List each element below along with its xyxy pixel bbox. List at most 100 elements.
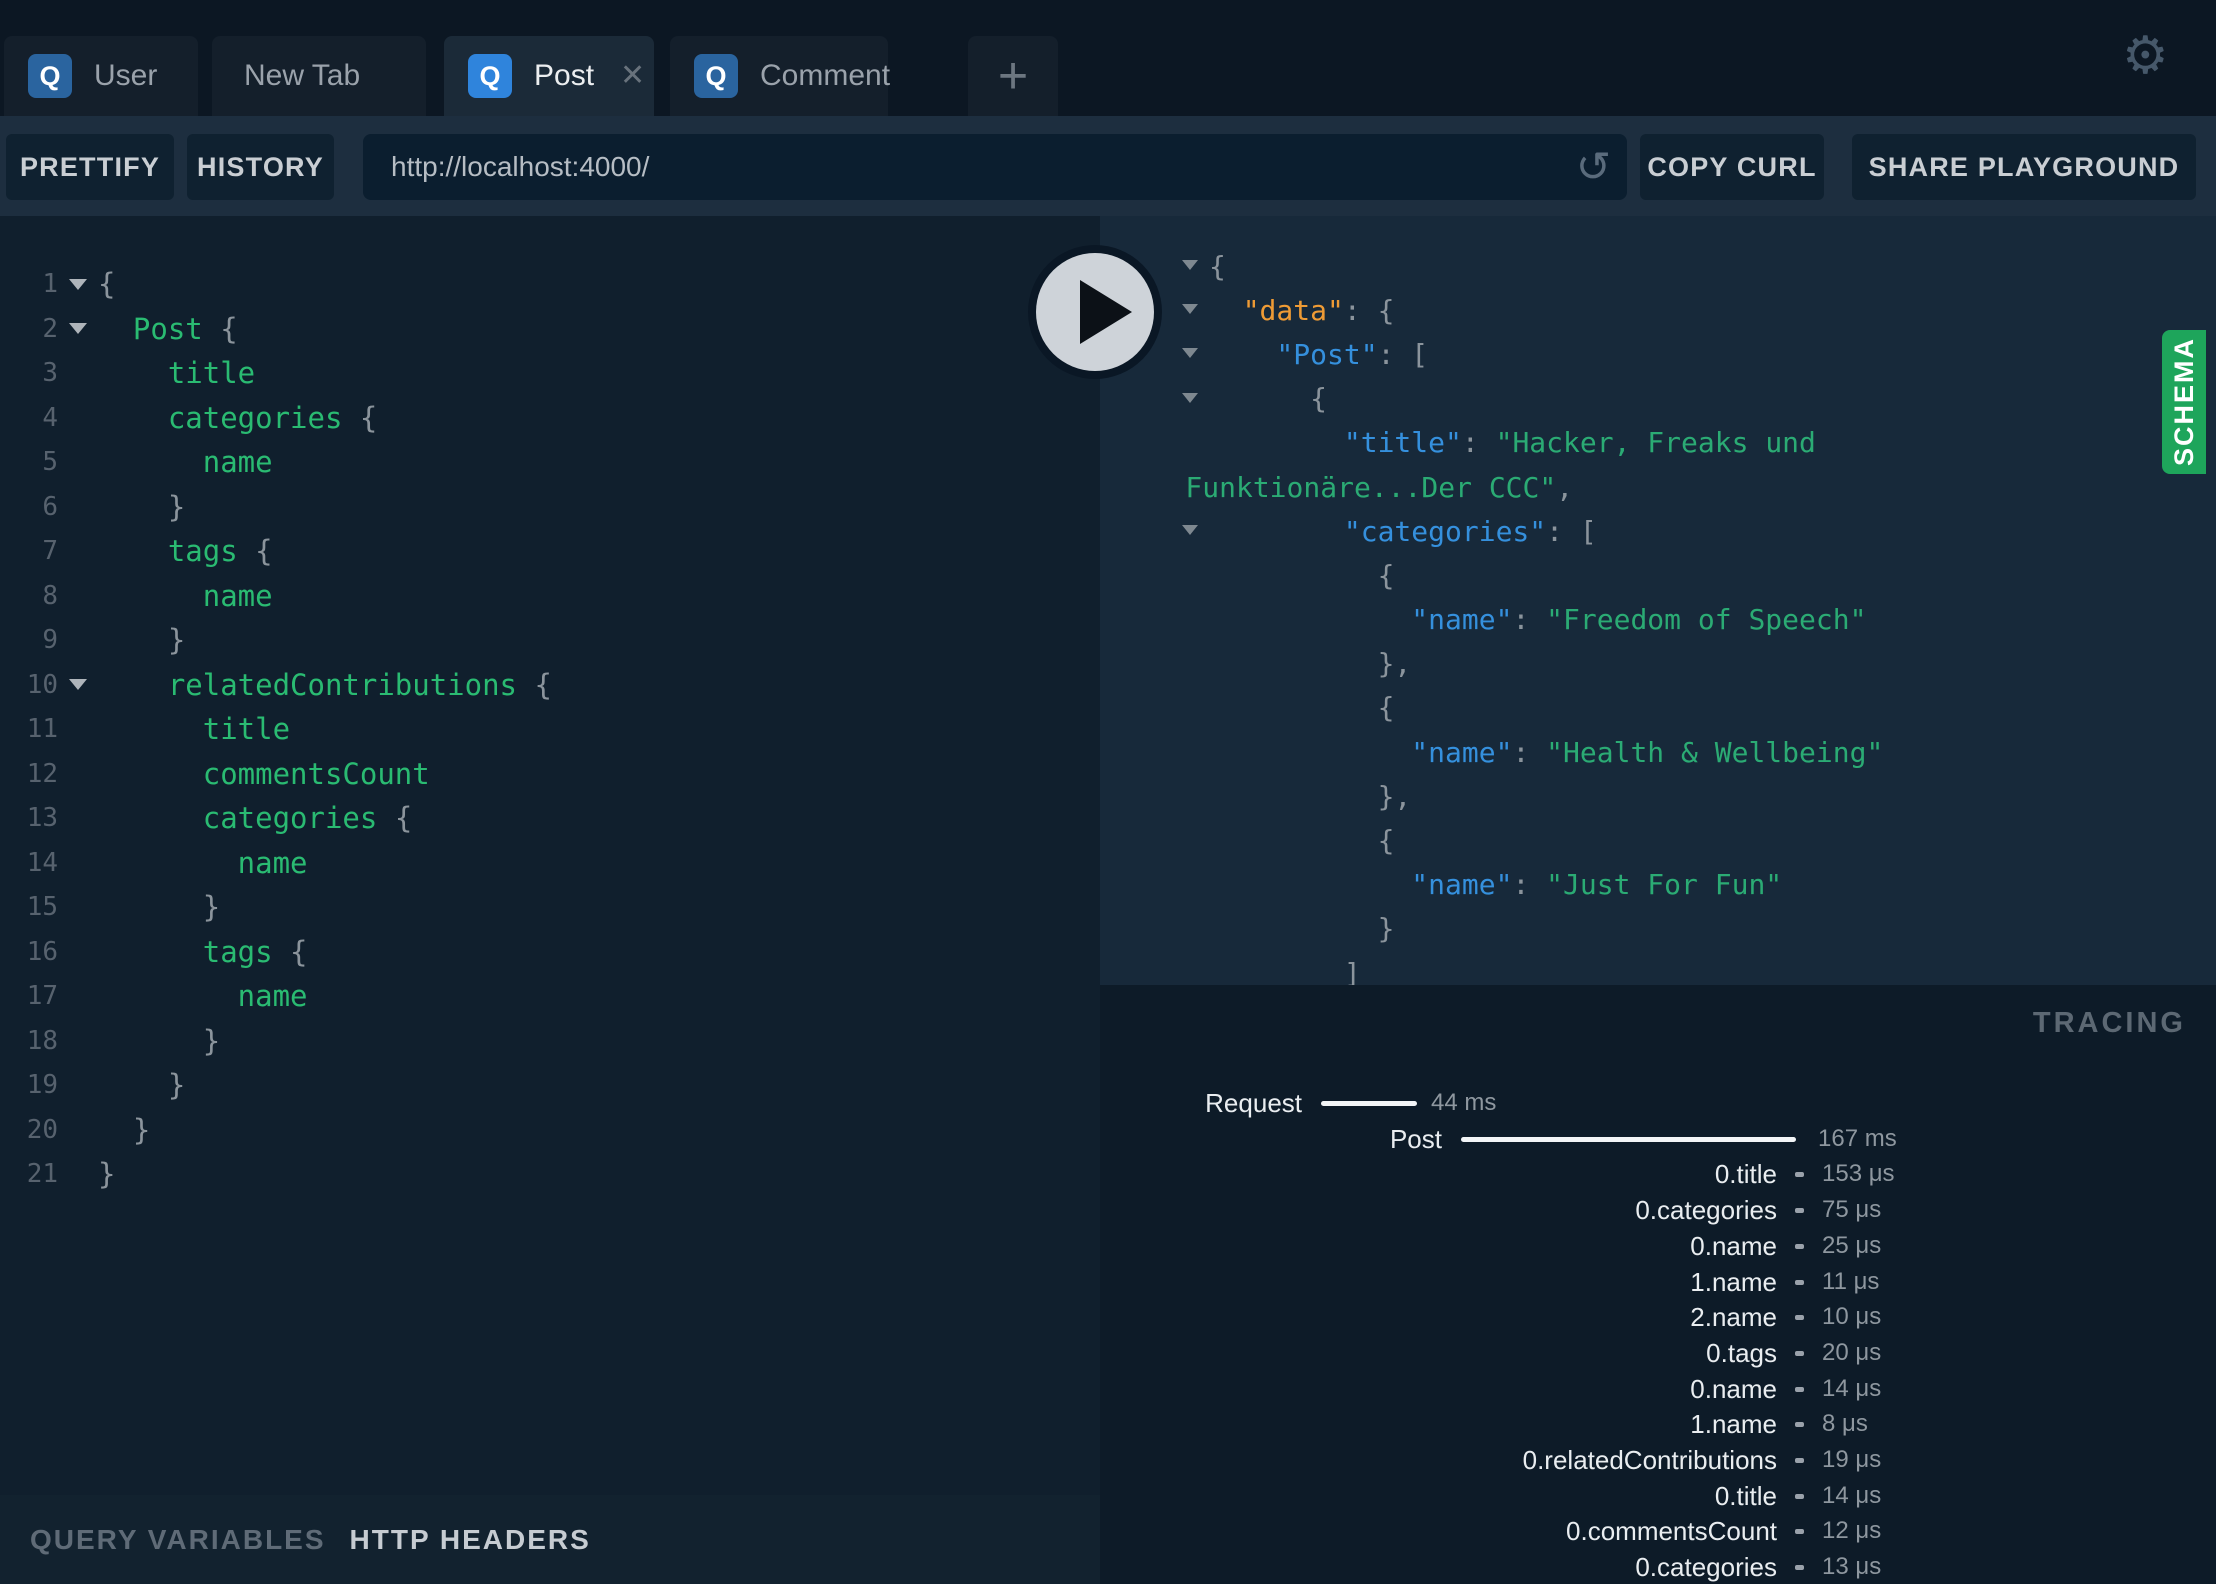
editor-line[interactable]: 16 tags {: [0, 930, 1100, 975]
prettify-button[interactable]: PRETTIFY: [6, 134, 174, 200]
fold-arrow-icon[interactable]: [69, 679, 87, 691]
editor-line[interactable]: 21}: [0, 1152, 1100, 1197]
settings-gear-icon[interactable]: ⚙: [2122, 26, 2169, 86]
json-key-data: "data": [1242, 293, 1344, 327]
tab-post[interactable]: Q Post ✕: [444, 36, 654, 116]
editor-line[interactable]: 10 relatedContributions {: [0, 663, 1100, 708]
field-token: categories: [202, 801, 378, 836]
collapse-arrow-icon[interactable]: [1182, 525, 1198, 536]
editor-line[interactable]: 19}: [0, 1063, 1100, 1108]
response-line: "categories": [: [1100, 509, 2216, 553]
line-number: 8: [42, 580, 58, 611]
response-text: Funktionäre...Der CCC",: [1185, 471, 1573, 504]
punct-token: {: [1377, 824, 1395, 858]
fold-arrow-icon[interactable]: [69, 323, 87, 335]
response-text: "name": "Just For Fun": [1411, 868, 1782, 901]
field-token: name: [202, 445, 273, 480]
code-text: commentsCount: [98, 757, 430, 791]
refresh-icon[interactable]: ↺: [1576, 142, 1611, 191]
editor-line[interactable]: 20}: [0, 1108, 1100, 1153]
tracing-value: 14 μs: [1822, 1374, 1882, 1402]
editor-line[interactable]: 7 tags {: [0, 529, 1100, 574]
tracing-row: 0.commentsCount 12 μs: [1100, 1515, 2216, 1547]
editor-line[interactable]: 11 title: [0, 707, 1100, 752]
tracing-label: 0.relatedContributions: [1522, 1445, 1777, 1475]
collapse-arrow-icon[interactable]: [1182, 304, 1198, 315]
collapse-arrow-icon[interactable]: [1182, 260, 1198, 270]
code-text: tags {: [98, 534, 273, 568]
response-text: }: [1378, 912, 1395, 945]
editor-line[interactable]: 3 title: [0, 351, 1100, 396]
endpoint-url-input[interactable]: [363, 134, 1627, 200]
tracing-row: 0.categories 13 μs: [1100, 1551, 2216, 1583]
query-variables-tab[interactable]: QUERY VARIABLES: [30, 1524, 326, 1556]
editor-line[interactable]: 9}: [0, 618, 1100, 663]
collapse-arrow-icon[interactable]: [1182, 392, 1198, 403]
editor-line[interactable]: 18}: [0, 1019, 1100, 1064]
fold-gutter[interactable]: [58, 278, 98, 290]
collapse-arrow-icon[interactable]: [1182, 348, 1198, 359]
json-key: "Post": [1276, 337, 1378, 371]
punct-token: {: [377, 801, 413, 836]
fold-gutter[interactable]: [58, 679, 98, 691]
share-playground-button[interactable]: SHARE PLAYGROUND: [1852, 134, 2196, 200]
tab-new-tab[interactable]: New Tab: [212, 36, 426, 116]
query-editor[interactable]: 1{2 Post {3 title 4 categories {5 name 6} 7 tags…: [0, 216, 1100, 1495]
plus-icon: +: [997, 47, 1029, 105]
fold-arrow-icon[interactable]: [69, 278, 87, 290]
fold-gutter[interactable]: [58, 323, 98, 335]
tracing-dash-icon: [1795, 1350, 1804, 1356]
tracing-label: 0.categories: [1635, 1195, 1777, 1226]
schema-tab-label: SCHEMA: [2168, 337, 2199, 467]
editor-line[interactable]: 5 name: [0, 440, 1100, 485]
field-token: name: [202, 578, 273, 613]
tracing-label: Post: [1389, 1123, 1442, 1154]
new-tab-button[interactable]: +: [968, 36, 1058, 116]
tracing-dash-icon: [1795, 1243, 1804, 1249]
line-number: 17: [26, 981, 58, 1012]
tracing-row: 0.title 14 μs: [1100, 1480, 2216, 1512]
tab-label: New Tab: [244, 59, 361, 92]
editor-line[interactable]: 13 categories {: [0, 796, 1100, 841]
line-number: 3: [42, 358, 58, 389]
json-string: "Hacker, Freaks und: [1495, 426, 1816, 460]
close-icon[interactable]: ✕: [620, 61, 645, 91]
tab-bar: + ⚙ Q User New Tab Q Post ✕ Q Comment: [0, 0, 2216, 116]
response-line: {: [1100, 377, 2216, 421]
editor-line[interactable]: 14 name: [0, 841, 1100, 886]
punct-token: {: [1310, 382, 1327, 416]
tracing-value: 153 μs: [1822, 1160, 1895, 1188]
endpoint-url-field[interactable]: ↺: [363, 134, 1627, 200]
response-viewer: {"data": {"Post": [{"title": "Hacker, Fr…: [1100, 216, 2216, 985]
punct-token: {: [237, 534, 273, 569]
tracing-dash-icon: [1795, 1279, 1804, 1285]
editor-line[interactable]: 17 name: [0, 974, 1100, 1019]
http-headers-tab[interactable]: HTTP HEADERS: [350, 1524, 591, 1556]
editor-line[interactable]: 8 name: [0, 574, 1100, 619]
punct-token: }: [167, 489, 186, 524]
tab-user[interactable]: Q User: [4, 36, 198, 116]
tab-comment[interactable]: Q Comment: [670, 36, 890, 116]
code-text: categories {: [98, 401, 378, 435]
json-key: "name": [1411, 868, 1513, 902]
history-button[interactable]: HISTORY: [187, 134, 334, 200]
editor-line[interactable]: 2 Post {: [0, 307, 1100, 352]
line-number: 20: [26, 1114, 58, 1145]
editor-line[interactable]: 4 categories {: [0, 396, 1100, 441]
tracing-row: 0.relatedContributions 19 μs: [1100, 1444, 2216, 1476]
schema-tab[interactable]: SCHEMA: [2162, 330, 2206, 474]
editor-line[interactable]: 15}: [0, 885, 1100, 930]
tracing-dash-icon: [1795, 1386, 1804, 1392]
line-number: 21: [26, 1159, 58, 1190]
execute-button[interactable]: [1028, 245, 1162, 379]
tracing-row: 0.categories 75 μs: [1100, 1194, 2216, 1226]
response-text: "data": {: [1243, 294, 1395, 327]
editor-line[interactable]: 1{: [0, 262, 1100, 307]
editor-line[interactable]: 6}: [0, 485, 1100, 530]
response-text: "name": "Health & Wellbeing": [1411, 736, 1883, 769]
copy-curl-button[interactable]: COPY CURL: [1640, 134, 1824, 200]
punct-token: ]: [1343, 956, 1361, 985]
editor-line[interactable]: 12 commentsCount: [0, 752, 1100, 797]
response-text: "categories": [: [1344, 515, 1597, 548]
field-token: tags: [167, 534, 238, 569]
